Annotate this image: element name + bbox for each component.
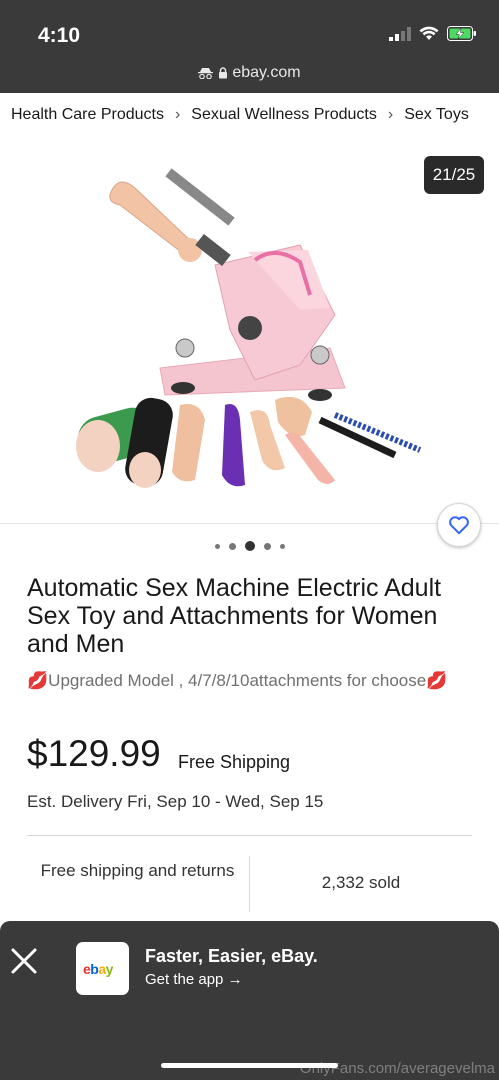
- url-bar[interactable]: ebay.com: [0, 64, 499, 82]
- item-title: Automatic Sex Machine Electric Adult Sex…: [27, 574, 442, 658]
- banner-title: Faster, Easier, eBay.: [145, 946, 318, 966]
- watermark: OnlyFans.com/averagevelma: [299, 1060, 495, 1077]
- breadcrumb-item-health-care[interactable]: Health Care Products: [0, 106, 164, 124]
- breadcrumb-item-sexual-wellness[interactable]: Sexual Wellness Products: [180, 106, 377, 124]
- sold-count: 2,332 sold: [321, 873, 401, 892]
- chevron-right-icon: ›: [174, 106, 181, 123]
- pagination-dot[interactable]: [228, 542, 236, 550]
- delivery-estimate: Est. Delivery Fri, Sep 10 - Wed, Sep 15: [27, 792, 324, 811]
- image-counter: 21/25: [424, 156, 484, 194]
- incognito-icon: [198, 68, 214, 80]
- divider: [27, 835, 472, 836]
- status-bar: 4:10 ebay.com: [0, 0, 499, 93]
- status-time: 4:10: [38, 24, 81, 47]
- arrow-right-icon: →: [227, 971, 243, 988]
- breadcrumb-item-sex-toys[interactable]: Sex Toys: [393, 106, 469, 124]
- wifi-icon: [419, 26, 439, 40]
- ebay-logo-icon: ebay: [83, 961, 114, 977]
- pagination-dot-active[interactable]: [244, 541, 255, 551]
- product-image[interactable]: [0, 150, 499, 522]
- lock-icon: [218, 67, 227, 79]
- shipping-label: Free Shipping: [178, 752, 291, 772]
- heart-icon: [449, 516, 469, 535]
- divider: [0, 523, 499, 524]
- url-text: ebay.com: [232, 64, 301, 81]
- close-icon[interactable]: [8, 945, 40, 977]
- pagination-dot[interactable]: [263, 542, 271, 550]
- battery-charging-icon: [447, 26, 476, 41]
- gallery-pagination: [0, 541, 499, 551]
- svg-text:ebay: ebay: [83, 961, 114, 977]
- get-app-label: Get the app: [145, 971, 224, 988]
- app-install-banner: [0, 921, 499, 1080]
- pagination-dot[interactable]: [279, 543, 285, 549]
- item-price: $129.99: [27, 733, 161, 774]
- get-app-link[interactable]: Get the app →: [145, 971, 243, 988]
- pagination-dot[interactable]: [214, 543, 220, 549]
- signal-icon: [389, 26, 411, 41]
- ebay-app-logo[interactable]: ebay: [76, 942, 129, 995]
- status-icons: [389, 26, 477, 41]
- item-subtitle: 💋Upgraded Model , 4/7/8/10attachments fo…: [27, 671, 448, 690]
- chevron-right-icon: ›: [387, 106, 394, 123]
- breadcrumb: Health Care Products › Sexual Wellness P…: [0, 94, 499, 136]
- free-shipping-returns: Free shipping and returns: [40, 861, 235, 880]
